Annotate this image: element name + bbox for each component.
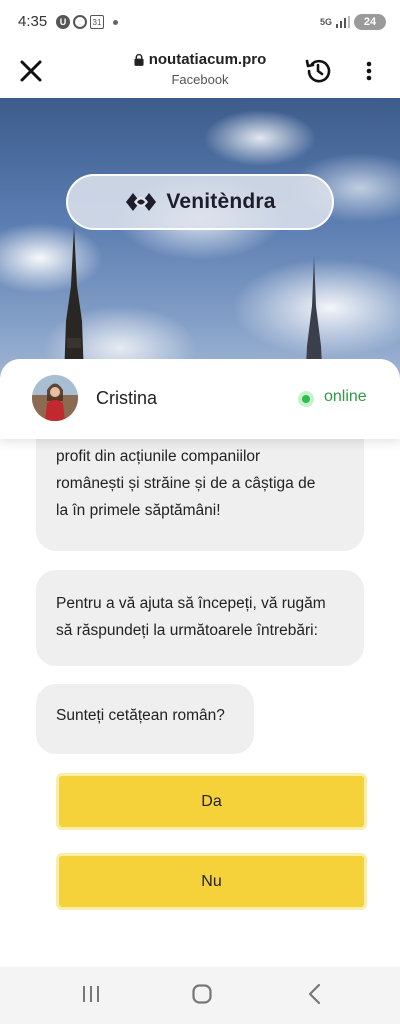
avatar-photo [32, 375, 78, 421]
status-bar: 4:35 U 31 5G 24 [0, 0, 400, 46]
back-icon [308, 983, 321, 1005]
whatsapp-icon [73, 15, 87, 29]
url-domain: noutatiacum.pro [148, 51, 267, 68]
notification-icons: U 31 [56, 15, 118, 29]
answer-no-button[interactable]: Nu [56, 853, 367, 910]
chat-message: Pentru a vă ajuta să începeți, vă rugăm … [36, 570, 364, 666]
agent-name: Cristina [96, 388, 158, 408]
more-options-button[interactable] [360, 58, 378, 84]
brand-badge: Venitèndra [66, 174, 334, 230]
browser-toolbar: noutatiacum.pro Facebook [0, 46, 400, 98]
lock-icon [134, 53, 144, 66]
online-status-label: online [324, 388, 367, 405]
brand-name: Venitèndra [166, 190, 276, 213]
close-icon [20, 60, 42, 82]
hero-banner: Venitèndra [0, 98, 400, 398]
url-subtitle: Facebook [171, 72, 229, 87]
history-icon [305, 59, 331, 83]
answer-yes-button[interactable]: Da [56, 773, 367, 830]
message-line: românești și străine și de a câștiga de [56, 475, 316, 492]
home-button[interactable] [192, 984, 212, 1004]
back-button[interactable] [305, 983, 325, 1005]
battery-indicator: 24 [354, 14, 386, 30]
status-time: 4:35 [18, 13, 48, 30]
message-line: profit din acțiunile companiilor [56, 448, 261, 465]
chat-panel: profit din acțiunile companiilor româneș… [0, 359, 400, 967]
close-button[interactable] [18, 58, 44, 84]
more-vertical-icon [366, 61, 372, 81]
recent-apps-button[interactable] [81, 985, 101, 1003]
chat-header: Cristina online [0, 359, 400, 439]
recent-apps-icon [83, 986, 99, 1002]
message-line: Pentru a vă ajuta să începeți, vă rugăm [56, 595, 326, 612]
chat-message: Sunteți cetățean român? [36, 684, 254, 754]
brand-logo-icon [126, 193, 157, 211]
system-icons: 5G 24 [320, 14, 386, 30]
home-icon [192, 984, 212, 1004]
more-notifications-dot [113, 19, 118, 25]
network-type: 5G [319, 17, 332, 27]
message-line: Sunteți cetățean român? [56, 707, 225, 724]
avatar [32, 375, 78, 421]
url-display[interactable]: noutatiacum.pro Facebook [110, 51, 290, 87]
signal-icon [336, 16, 350, 28]
online-status-icon [298, 391, 314, 407]
message-line: să răspundeți la următoarele întrebări: [56, 622, 318, 639]
history-button[interactable] [303, 56, 333, 86]
calendar-icon: 31 [90, 15, 104, 29]
u-badge-icon: U [56, 15, 70, 29]
system-navigation-bar [0, 967, 400, 1024]
message-line: la în primele săptămâni! [56, 502, 221, 519]
